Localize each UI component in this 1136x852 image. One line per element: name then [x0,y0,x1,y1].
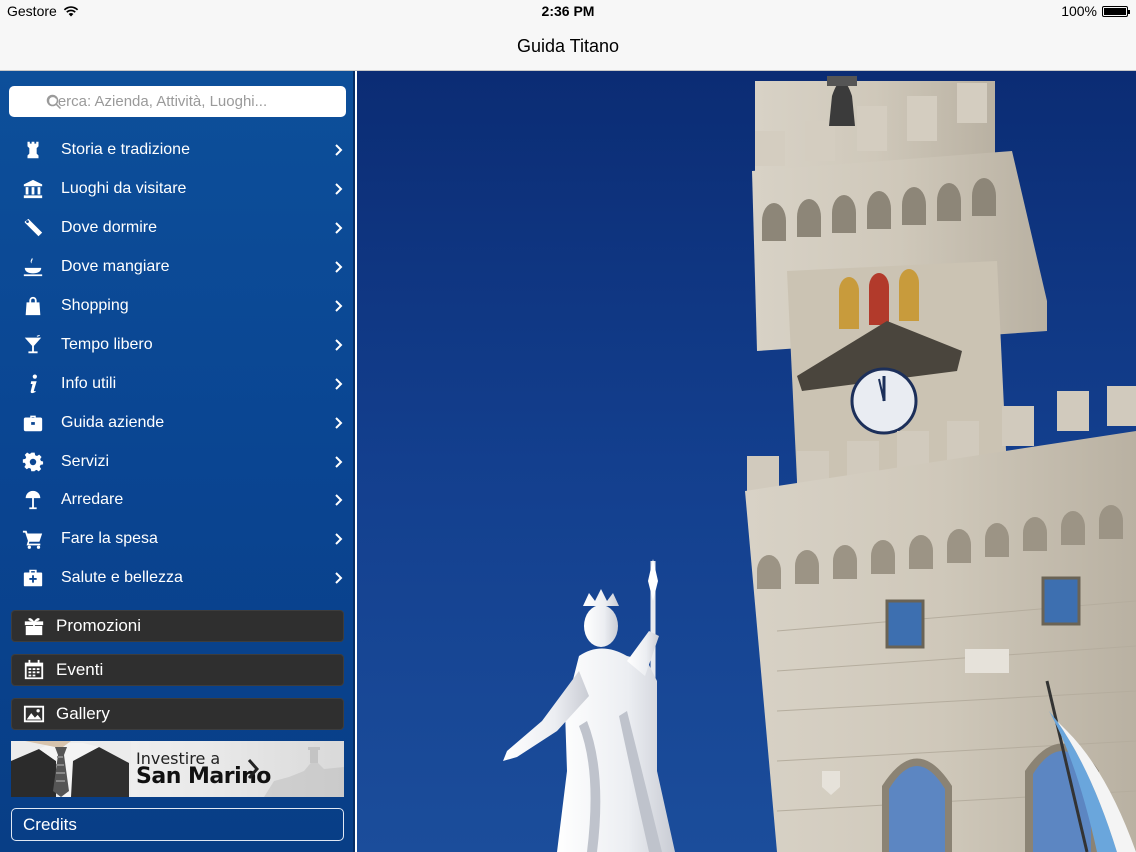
menu-item-label: Tempo libero [61,335,153,353]
chevron-right-icon [335,494,343,507]
chevron-right-icon [335,183,343,196]
search-input[interactable] [47,93,337,110]
image-icon [22,702,46,726]
menu-item-label: Arredare [61,491,124,509]
info-icon [21,372,45,396]
chevron-right-icon [335,416,343,429]
businessman-image [11,741,131,797]
menu-item-servizi[interactable]: Servizi [0,442,353,481]
promozioni-label: Promozioni [56,616,142,635]
briefcase-icon [21,411,45,435]
menu-item-info[interactable]: Info utili [0,364,353,403]
food-icon [21,255,45,279]
gallery-button[interactable]: Gallery [11,698,344,730]
menu-item-shopping[interactable]: Shopping [0,287,353,326]
palazzo-pubblico-photo [357,71,1136,852]
chevron-right-icon [335,339,343,351]
gear-icon [21,450,45,474]
chevron-right-icon [335,572,343,584]
status-bar: Gestore 2:36 PM 100% [0,0,1136,22]
first-aid-icon [21,566,45,590]
gift-icon [22,614,46,638]
menu-item-label: Dove dormire [61,219,158,237]
investire-banner[interactable]: Investire a San Marino [11,741,344,797]
cart-icon [21,527,45,551]
castle-image [264,747,344,797]
menu-item-label: Dove mangiare [61,258,170,276]
menu-item-label: Fare la spesa [61,530,158,548]
rook-icon [21,138,45,162]
menu-item-label: Servizi [61,452,110,470]
shopping-bag-icon [21,294,45,318]
credits-button[interactable]: Credits [11,808,344,841]
menu-item-arredare[interactable]: Arredare [0,481,353,520]
menu-item-label: Info utili [61,374,117,392]
cocktail-icon [21,333,45,357]
menu-item-aziende[interactable]: Guida aziende [0,403,353,442]
menu-item-label: Shopping [61,297,129,314]
promozioni-button[interactable]: Promozioni [11,610,344,642]
chevron-right-icon [335,455,343,468]
battery-icon [1102,5,1130,17]
chevron-right-icon [335,300,343,312]
key-tag-icon [21,216,45,240]
lamp-icon [21,488,45,512]
clock: 2:36 PM [541,3,595,19]
search-field[interactable] [9,86,346,117]
menu-item-mangiare[interactable]: Dove mangiare [0,248,353,287]
navigation-bar: Guida Titano [0,22,1136,71]
chevron-right-icon [335,144,343,157]
calendar-icon [22,658,46,682]
museum-icon [21,177,45,201]
chevron-right-icon [335,378,343,390]
search-icon [46,94,62,110]
menu-item-label: Luoghi da visitare [61,180,187,198]
menu-item-storia[interactable]: Storia e tradizione [0,131,353,170]
nav-title: Guida Titano [516,36,620,56]
menu-item-spesa[interactable]: Fare la spesa [0,520,353,559]
menu-item-label: Guida aziende [61,413,165,431]
gallery-label: Gallery [56,704,110,723]
sidebar: Storia e tradizione Luoghi da visitare D… [0,71,355,852]
menu-item-luoghi[interactable]: Luoghi da visitare [0,170,353,209]
battery-group: 100% [1061,3,1130,19]
chevron-right-icon [335,222,343,234]
menu-item-salute[interactable]: Salute e bellezza [0,559,353,598]
chevron-right-icon [335,261,343,273]
menu-item-dormire[interactable]: Dove dormire [0,209,353,248]
chevron-right-icon [335,533,343,546]
battery-percent: 100% [1061,3,1097,19]
menu-list: Storia e tradizione Luoghi da visitare D… [0,131,353,598]
menu-item-label: Storia e tradizione [61,141,190,159]
eventi-label: Eventi [56,660,104,679]
menu-item-tempo-libero[interactable]: Tempo libero [0,325,353,364]
eventi-button[interactable]: Eventi [11,654,344,686]
hero-image [357,71,1136,852]
menu-item-label: Salute e bellezza [61,569,183,587]
